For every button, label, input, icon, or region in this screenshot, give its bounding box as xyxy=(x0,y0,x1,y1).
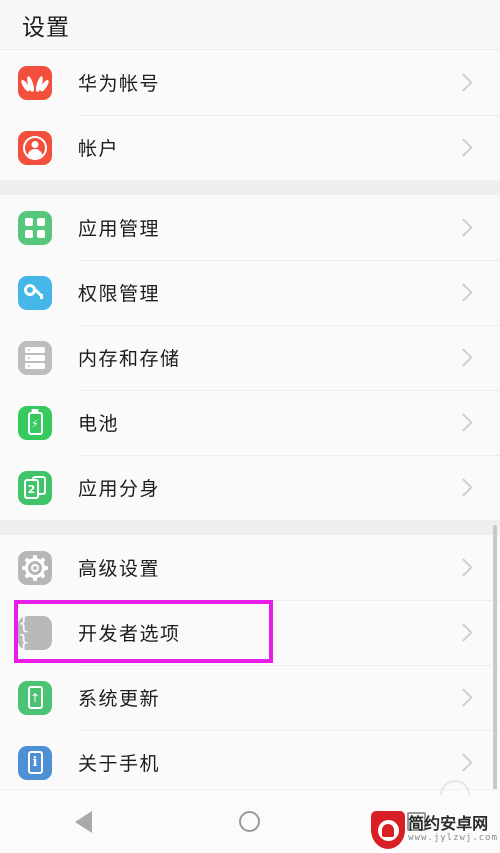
group-separator xyxy=(0,520,500,535)
watermark-site-name: 简约安卓网 xyxy=(408,814,489,834)
battery-icon: ⚡ xyxy=(18,405,52,440)
page-title: 设置 xyxy=(22,14,70,41)
watermark-site-url: www.jylzwj.com xyxy=(408,833,498,843)
row-label: 权限管理 xyxy=(78,283,161,305)
chevron-right-icon xyxy=(454,348,473,367)
storage-icon xyxy=(18,340,52,375)
chevron-right-icon xyxy=(454,413,473,432)
row-label: 帐户 xyxy=(78,138,120,160)
chevron-right-icon xyxy=(454,218,473,237)
about-phone-icon: i xyxy=(18,745,52,780)
row-label: 系统更新 xyxy=(78,688,161,710)
settings-group-accounts: 华为帐号 帐户 xyxy=(0,50,500,180)
huawei-logo-icon xyxy=(18,65,52,100)
row-label: 内存和存储 xyxy=(78,348,181,370)
chevron-right-icon xyxy=(454,688,473,707)
sidebar-item-app-twin[interactable]: 2 应用分身 xyxy=(0,455,500,520)
home-circle-icon xyxy=(239,811,261,832)
sidebar-item-huawei-account[interactable]: 华为帐号 xyxy=(0,50,500,115)
chevron-right-icon xyxy=(454,478,473,497)
nav-home-button[interactable] xyxy=(220,802,280,842)
sidebar-item-account[interactable]: 帐户 xyxy=(0,115,500,180)
row-label: 关于手机 xyxy=(78,753,161,775)
app-header: 设置 xyxy=(0,0,500,50)
android-shield-icon xyxy=(371,811,406,849)
chevron-right-icon xyxy=(454,753,473,772)
list-scrollbar[interactable] xyxy=(493,525,497,789)
settings-group-system: 高级设置 { } 开发者选项 ↑ 系统更新 i 关于手机 xyxy=(0,535,500,789)
back-triangle-icon xyxy=(74,810,92,833)
sidebar-item-memory-storage[interactable]: 内存和存储 xyxy=(0,325,500,390)
sidebar-item-about-phone[interactable]: i 关于手机 xyxy=(0,730,500,789)
row-label: 应用分身 xyxy=(78,478,161,500)
settings-list[interactable]: 华为帐号 帐户 应用管理 权限管理 内存和存储 ⚡ 电池 2 应用分身 高级设置… xyxy=(0,50,500,789)
row-label: 电池 xyxy=(78,413,120,435)
site-watermark: 简约安卓网 www.jylzwj.com xyxy=(371,811,498,849)
row-label: 高级设置 xyxy=(78,558,161,580)
chevron-right-icon xyxy=(454,73,473,92)
system-update-icon: ↑ xyxy=(18,680,52,715)
group-separator xyxy=(0,180,500,195)
chevron-right-icon xyxy=(454,558,473,577)
system-navigation-bar: 简约安卓网 www.jylzwj.com xyxy=(0,780,500,853)
chevron-right-icon xyxy=(454,138,473,157)
sidebar-item-app-management[interactable]: 应用管理 xyxy=(0,195,500,260)
nav-back-button[interactable] xyxy=(53,802,113,842)
sidebar-item-advanced-settings[interactable]: 高级设置 xyxy=(0,535,500,600)
sidebar-item-permission-management[interactable]: 权限管理 xyxy=(0,260,500,325)
row-label: 应用管理 xyxy=(78,218,161,240)
settings-screen: 设置 华为帐号 帐户 应用管理 权限管理 内存和存储 ⚡ 电池 2 应用分身 高… xyxy=(0,0,500,853)
row-label: 华为帐号 xyxy=(78,73,161,95)
chevron-right-icon xyxy=(454,623,473,642)
settings-group-device: 应用管理 权限管理 内存和存储 ⚡ 电池 2 应用分身 xyxy=(0,195,500,520)
account-person-icon xyxy=(18,130,52,165)
sidebar-item-battery[interactable]: ⚡ 电池 xyxy=(0,390,500,455)
chevron-right-icon xyxy=(454,283,473,302)
sidebar-item-developer-options[interactable]: { } 开发者选项 xyxy=(0,600,500,665)
row-label: 开发者选项 xyxy=(78,623,181,645)
app-twin-icon: 2 xyxy=(18,470,52,505)
gear-icon xyxy=(18,550,52,585)
app-grid-icon xyxy=(18,210,52,245)
key-icon xyxy=(18,275,52,310)
braces-icon: { } xyxy=(18,613,52,651)
sidebar-item-system-update[interactable]: ↑ 系统更新 xyxy=(0,665,500,730)
